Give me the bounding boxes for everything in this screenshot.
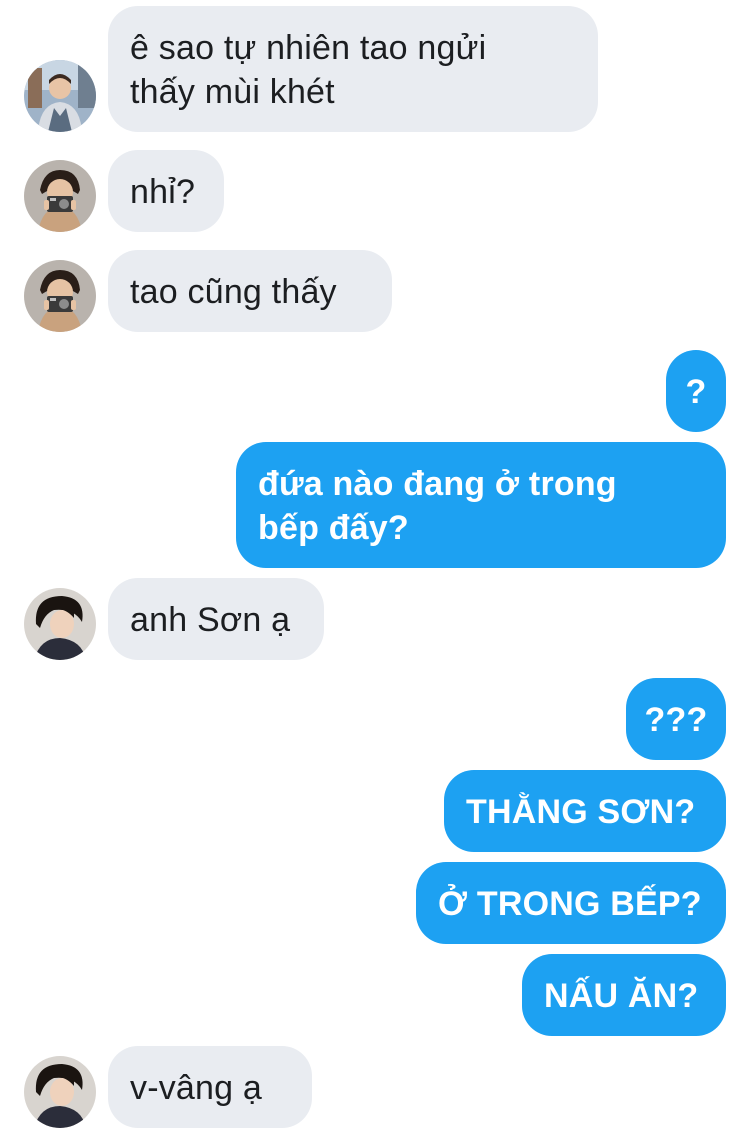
message-bubble[interactable]: NẤU ĂN? [522,954,726,1036]
avatar-dark-hair-icon [24,1056,96,1128]
avatar-dark-hair-icon [24,588,96,660]
message-bubble[interactable]: Ở TRONG BẾP? [416,862,726,944]
avatar-camera-icon [24,260,96,332]
message-bubble[interactable]: ? [666,350,726,432]
avatar-dark-hair[interactable] [24,588,96,660]
message-bubble[interactable]: ê sao tự nhiên tao ngửi thấy mùi khét [108,6,598,132]
avatar-city-street[interactable] [24,60,96,132]
message-bubble[interactable]: anh Sơn ạ [108,578,324,660]
message-bubble[interactable]: THẰNG SƠN? [444,770,726,852]
message-bubble[interactable]: nhỉ? [108,150,224,232]
avatar-camera[interactable] [24,160,96,232]
avatar-dark-hair[interactable] [24,1056,96,1128]
message-bubble[interactable]: đứa nào đang ở trong bếp đấy? [236,442,726,568]
message-bubble[interactable]: ??? [626,678,726,760]
avatar-camera-icon [24,160,96,232]
message-bubble[interactable]: v-vâng ạ [108,1046,312,1128]
message-bubble[interactable]: tao cũng thấy [108,250,392,332]
avatar-camera[interactable] [24,260,96,332]
avatar-city-street-icon [24,60,96,132]
